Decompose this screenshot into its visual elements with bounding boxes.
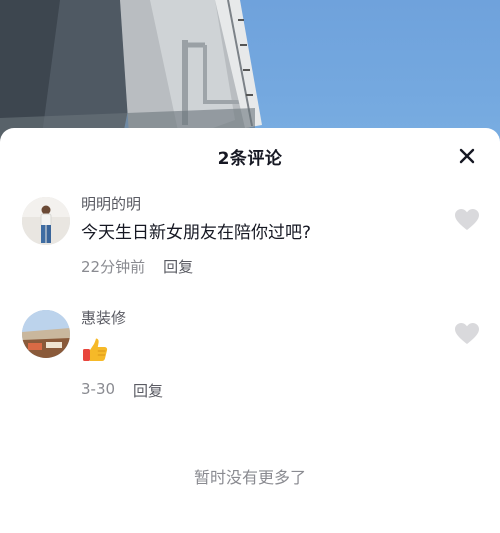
comment-item: 惠装修 3-30 回复: [0, 308, 500, 401]
sheet-header: 2条评论: [0, 128, 500, 184]
close-button[interactable]: [456, 145, 478, 167]
avatar[interactable]: [22, 197, 70, 245]
comment-author[interactable]: 明明的明: [81, 194, 440, 214]
comment-text: [81, 334, 440, 372]
comment-meta: 22分钟前 回复: [81, 256, 440, 277]
comment-sheet: 2条评论 明明的明 今天生日新女朋友在陪你过吧? 22分钟前 回复 惠装修 3-…: [0, 128, 500, 533]
reply-button[interactable]: 回复: [163, 256, 193, 277]
comment-author[interactable]: 惠装修: [81, 308, 440, 328]
thumbs-up-emoji: [81, 336, 109, 364]
comment-meta: 3-30 回复: [81, 380, 440, 401]
heart-icon: [455, 209, 479, 230]
comment-body: 惠装修 3-30 回复: [81, 308, 440, 401]
person-photo-avatar: [22, 197, 70, 245]
comment-text: 今天生日新女朋友在陪你过吧?: [81, 223, 312, 243]
no-more-comments-text: 暂时没有更多了: [193, 468, 306, 487]
reply-button[interactable]: 回复: [133, 380, 163, 401]
close-icon: [459, 148, 475, 164]
comment-time: 3-30: [81, 380, 116, 398]
landscape-photo-avatar: [22, 310, 70, 358]
comment-count-title: 2条评论: [217, 148, 283, 169]
heart-icon: [455, 323, 479, 344]
screen: 2条评论 明明的明 今天生日新女朋友在陪你过吧? 22分钟前 回复 惠装修 3-…: [0, 0, 500, 533]
like-button[interactable]: [454, 208, 480, 232]
avatar[interactable]: [22, 310, 70, 358]
comment-item: 明明的明 今天生日新女朋友在陪你过吧? 22分钟前 回复: [0, 194, 500, 284]
comment-body: 明明的明 今天生日新女朋友在陪你过吧? 22分钟前 回复: [81, 194, 440, 277]
like-button[interactable]: [454, 322, 480, 346]
comment-time: 22分钟前: [81, 258, 146, 276]
